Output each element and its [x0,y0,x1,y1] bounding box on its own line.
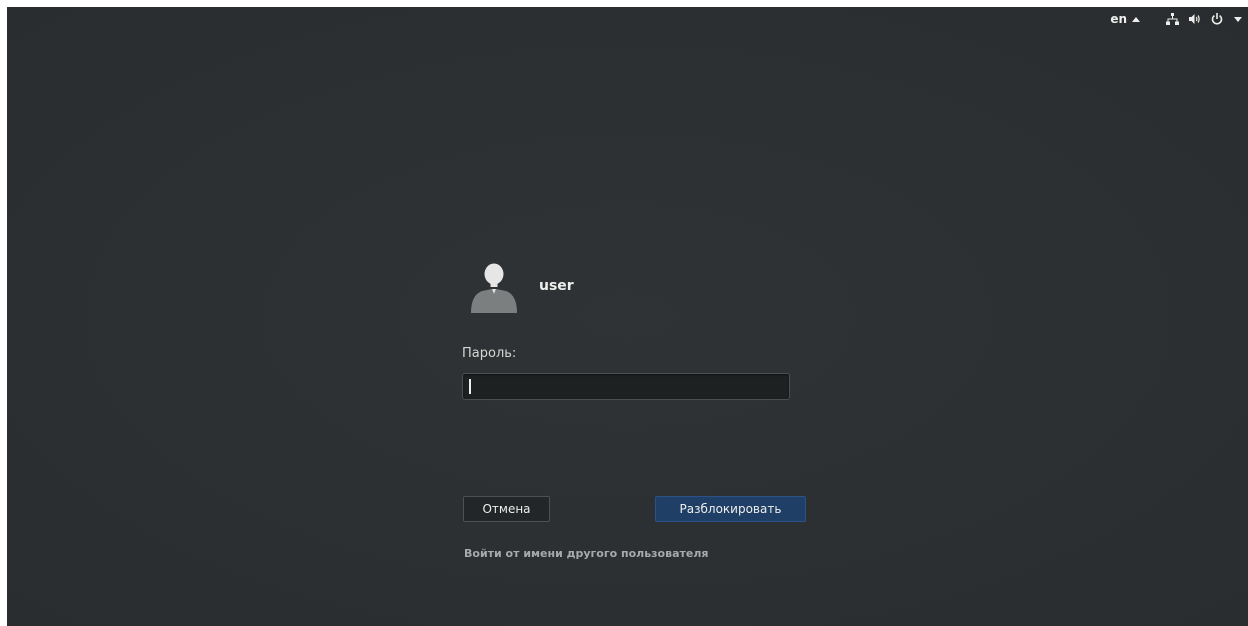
unlock-button-label: Разблокировать [679,502,782,516]
chevron-up-icon [1132,16,1140,22]
cancel-button[interactable]: Отмена [463,496,550,522]
unlock-button[interactable]: Разблокировать [655,496,806,522]
cancel-button-label: Отмена [482,502,531,516]
system-status-area[interactable] [1166,13,1242,25]
avatar-icon [468,261,520,313]
password-input[interactable] [462,373,790,400]
password-label: Пароль: [462,346,517,361]
top-panel: en [1110,7,1248,31]
text-cursor [469,379,471,394]
language-indicator[interactable]: en [1110,12,1140,26]
language-label: en [1110,12,1127,26]
switch-user-link[interactable]: Войти от имени другого пользователя [464,547,708,560]
power-icon [1211,13,1223,25]
volume-icon [1188,13,1202,25]
menu-caret-icon [1234,16,1242,22]
user-header: user [468,261,574,313]
username: user [539,277,574,294]
network-icon [1166,13,1179,25]
lock-screen: en user Пароль: Отмена Разблокировать Во… [7,7,1248,626]
